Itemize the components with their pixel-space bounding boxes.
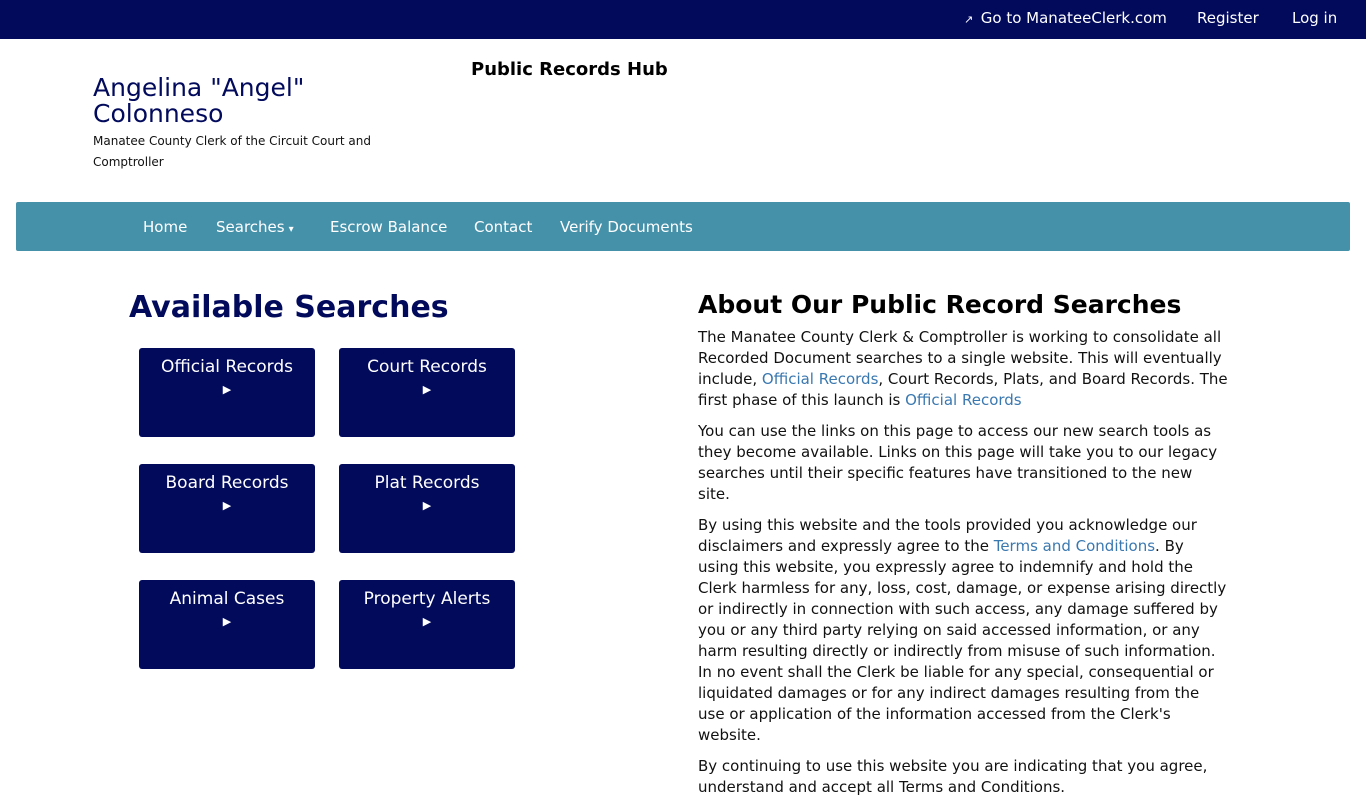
chevron-down-icon: ▾ bbox=[288, 224, 294, 235]
about-section: About Our Public Record Searches The Man… bbox=[698, 290, 1228, 808]
nav-escrow-balance[interactable]: Escrow Balance bbox=[330, 218, 447, 236]
goto-manateeclerk-link[interactable]: ↗ Go to ManateeClerk.com bbox=[964, 9, 1167, 27]
plat-records-tile[interactable]: Plat Records ▶ bbox=[339, 464, 515, 553]
terms-and-conditions-link[interactable]: Terms and Conditions bbox=[994, 537, 1155, 555]
property-alerts-tile[interactable]: Property Alerts ▶ bbox=[339, 580, 515, 669]
about-paragraph-4: By continuing to use this website you ar… bbox=[698, 757, 1208, 796]
board-records-tile[interactable]: Board Records ▶ bbox=[139, 464, 315, 553]
animal-cases-tile[interactable]: Animal Cases ▶ bbox=[139, 580, 315, 669]
arrow-icon: ▶ bbox=[422, 615, 432, 628]
tile-label: Plat Records bbox=[374, 473, 480, 493]
register-link[interactable]: Register bbox=[1197, 9, 1259, 27]
tile-label: Property Alerts bbox=[363, 589, 491, 609]
main-nav: Home Searches ▾ Escrow Balance Contact Ve… bbox=[16, 202, 1350, 251]
available-searches-title: Available Searches bbox=[129, 290, 449, 325]
page-title: Public Records Hub bbox=[471, 59, 668, 80]
arrow-icon: ▶ bbox=[222, 383, 232, 396]
about-paragraph-2: You can use the links on this page to ac… bbox=[698, 422, 1218, 503]
about-paragraph-1: The Manatee County Clerk & Comptroller i… bbox=[698, 327, 1228, 411]
clerk-subtitle: Manatee County Clerk of the Circuit Cour… bbox=[93, 134, 371, 169]
tile-label: Animal Cases bbox=[169, 589, 285, 609]
nav-searches-label: Searches bbox=[216, 218, 285, 236]
arrow-icon: ▶ bbox=[222, 499, 232, 512]
court-records-tile[interactable]: Court Records ▶ bbox=[339, 348, 515, 437]
tile-label: Board Records bbox=[165, 473, 289, 493]
external-link-icon: ↗ bbox=[964, 13, 974, 26]
nav-contact[interactable]: Contact bbox=[474, 218, 532, 236]
nav-home[interactable]: Home bbox=[143, 218, 187, 236]
login-link[interactable]: Log in bbox=[1292, 9, 1337, 27]
official-records-link[interactable]: Official Records bbox=[762, 370, 879, 388]
arrow-icon: ▶ bbox=[422, 499, 432, 512]
official-records-link[interactable]: Official Records bbox=[905, 391, 1022, 409]
nav-verify-documents[interactable]: Verify Documents bbox=[560, 218, 693, 236]
about-paragraph-3: By using this website and the tools prov… bbox=[698, 515, 1228, 746]
about-title: About Our Public Record Searches bbox=[698, 290, 1182, 319]
official-records-tile[interactable]: Official Records ▶ bbox=[139, 348, 315, 437]
nav-searches-dropdown[interactable]: Searches ▾ bbox=[216, 218, 294, 236]
clerk-name[interactable]: Angelina "Angel" Colonneso bbox=[93, 75, 393, 127]
arrow-icon: ▶ bbox=[222, 615, 232, 628]
arrow-icon: ▶ bbox=[422, 383, 432, 396]
top-bar: ↗ Go to ManateeClerk.com Register Log in bbox=[0, 0, 1366, 39]
goto-manateeclerk-label: Go to ManateeClerk.com bbox=[980, 9, 1167, 27]
about-text: . By using this website, you expressly a… bbox=[698, 537, 1227, 744]
tile-label: Court Records bbox=[367, 357, 487, 377]
tile-label: Official Records bbox=[160, 357, 294, 377]
